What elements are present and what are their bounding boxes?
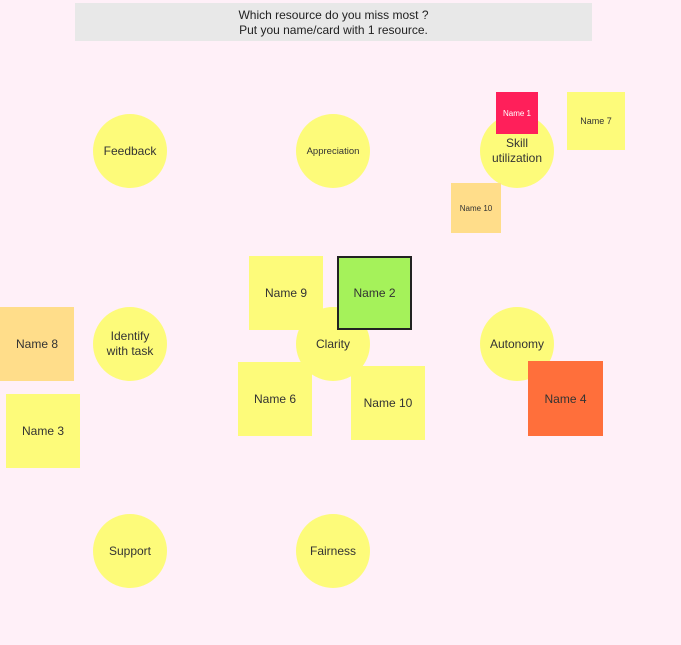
resource-skill-utilization-label: Skill utilization xyxy=(492,136,542,166)
sticky-note-name-4[interactable]: Name 4 xyxy=(528,361,603,436)
sticky-note-label: Name 8 xyxy=(15,337,59,351)
resource-appreciation-label: Appreciation xyxy=(306,145,360,157)
sticky-note-name-10-small[interactable]: Name 10 xyxy=(451,183,501,233)
resource-fairness-label: Fairness xyxy=(309,543,356,558)
resource-appreciation[interactable]: Appreciation xyxy=(296,114,370,188)
resource-feedback[interactable]: Feedback xyxy=(93,114,167,188)
identify-line-1: Identify xyxy=(110,329,150,343)
instruction-header: Which resource do you miss most ? Put yo… xyxy=(75,3,592,41)
sticky-note-name-3[interactable]: Name 3 xyxy=(6,394,80,468)
sticky-note-name-9[interactable]: Name 9 xyxy=(249,256,323,330)
sticky-note-label: Name 4 xyxy=(544,391,587,406)
sticky-note-label: Name 3 xyxy=(21,424,65,438)
sticky-note-label: Name 6 xyxy=(253,392,297,406)
sticky-note-label: Name 9 xyxy=(264,286,308,300)
skill-line-1: Skill xyxy=(505,136,528,150)
sticky-note-name-7[interactable]: Name 7 xyxy=(567,92,625,150)
sticky-note-name-1[interactable]: Name 1 xyxy=(496,92,538,134)
resource-identify-label: Identify with task xyxy=(107,329,154,359)
resource-identify-with-task[interactable]: Identify with task xyxy=(93,307,167,381)
instruction-line-1: Which resource do you miss most ? xyxy=(238,8,429,22)
sticky-note-name-8[interactable]: Name 8 xyxy=(0,307,74,381)
resource-clarity-label: Clarity xyxy=(315,336,350,351)
resource-fairness[interactable]: Fairness xyxy=(296,514,370,588)
instruction-line-2: Put you name/card with 1 resource. xyxy=(239,23,428,37)
resource-support-label: Support xyxy=(108,543,152,558)
resource-autonomy-label: Autonomy xyxy=(489,336,545,351)
sticky-note-label: Name 10 xyxy=(459,203,493,213)
resource-support[interactable]: Support xyxy=(93,514,167,588)
sticky-note-name-2[interactable]: Name 2 xyxy=(337,256,412,330)
sticky-note-label: Name 10 xyxy=(363,396,413,410)
sticky-note-label: Name 2 xyxy=(353,286,396,300)
sticky-note-label: Name 7 xyxy=(580,116,612,126)
resource-feedback-label: Feedback xyxy=(103,143,157,158)
sticky-note-name-6[interactable]: Name 6 xyxy=(238,362,312,436)
sticky-note-name-10[interactable]: Name 10 xyxy=(351,366,425,440)
skill-line-2: utilization xyxy=(491,151,543,165)
identify-line-2: with task xyxy=(106,344,154,358)
sticky-note-label: Name 1 xyxy=(502,108,531,118)
